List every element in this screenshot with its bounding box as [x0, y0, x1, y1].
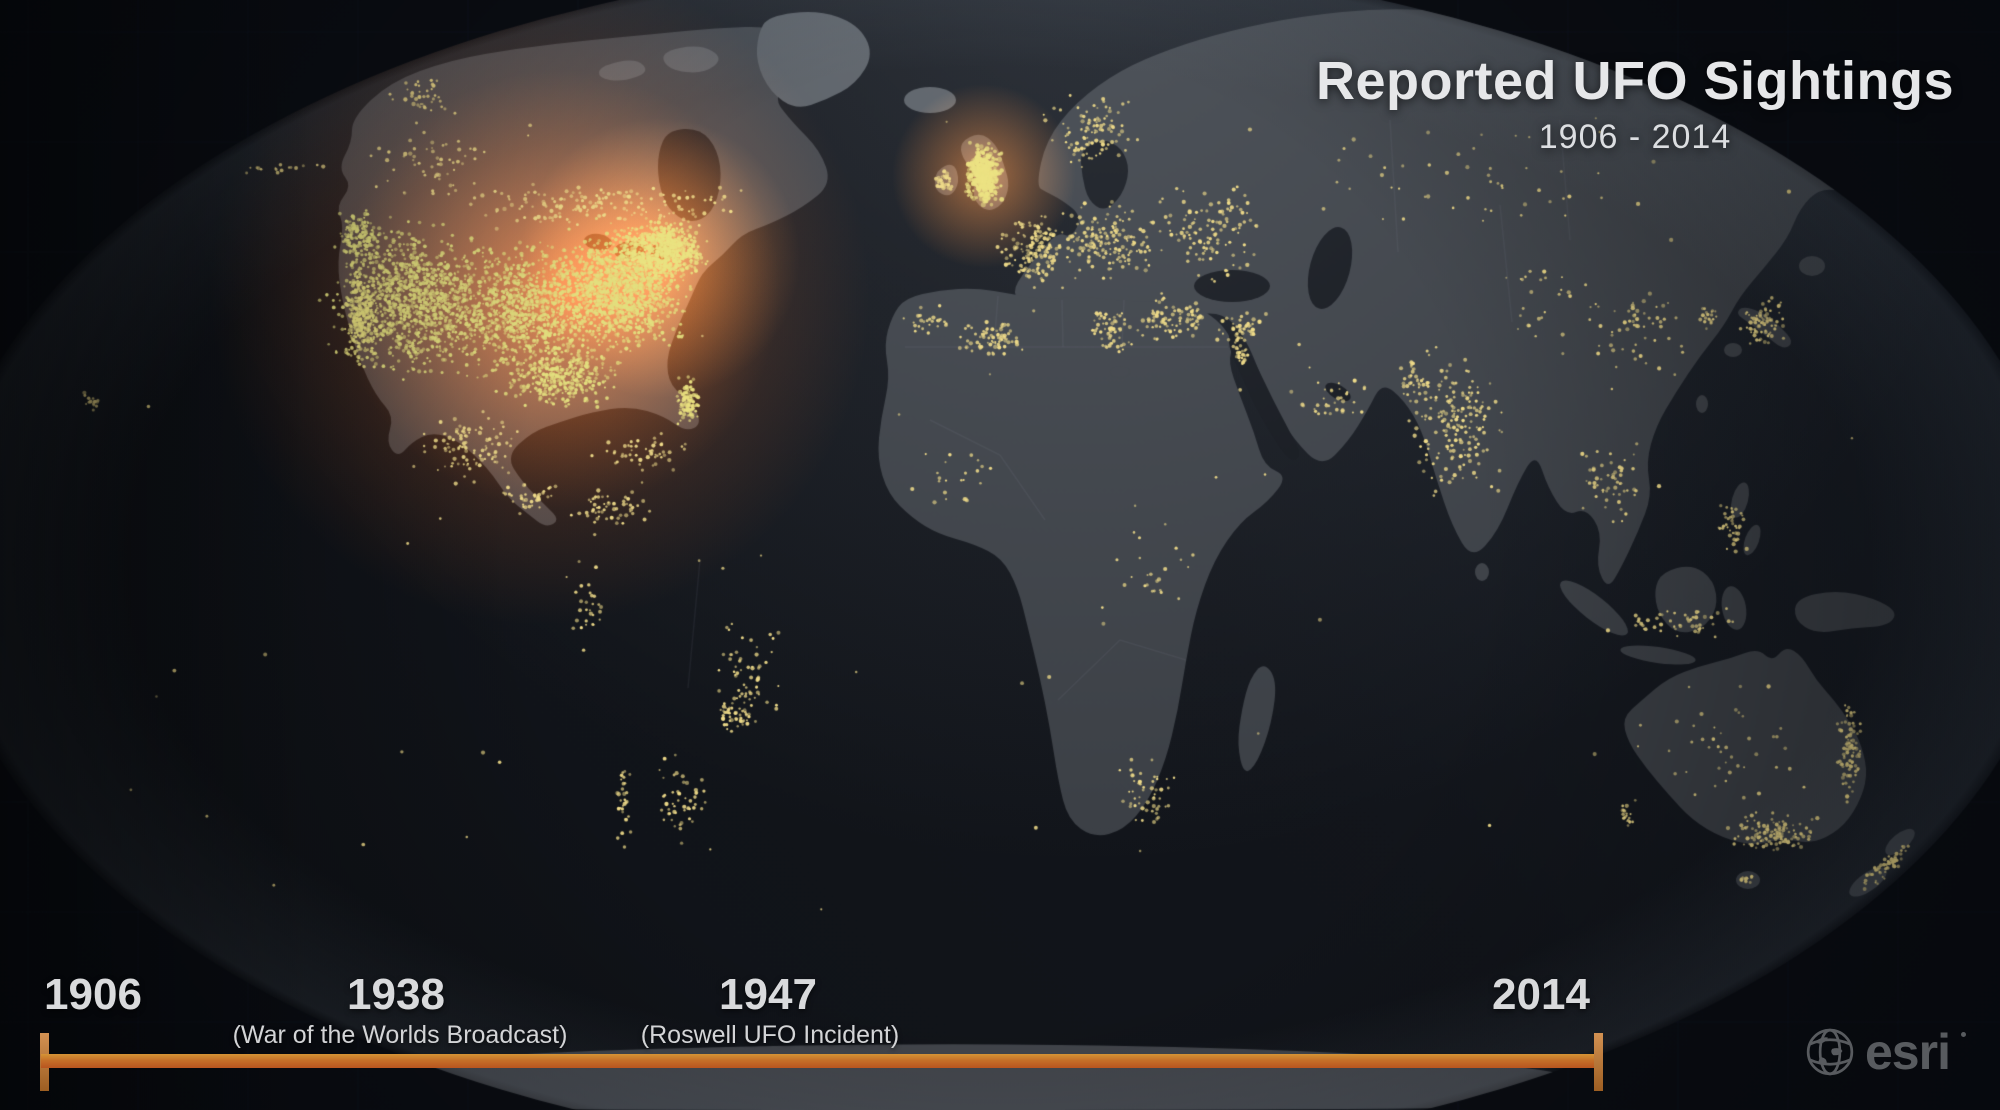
esri-logo: esri [1804, 1026, 1966, 1078]
timeline-caption-1947: (Roswell UFO Incident) [640, 1021, 900, 1049]
ufo-sightings-visualization: Reported UFO Sightings 1906 - 2014 1906 … [0, 0, 2000, 1110]
timeline-end-cap [1594, 1033, 1603, 1091]
timeline-caption-1938: (War of the Worlds Broadcast) [232, 1021, 568, 1049]
esri-wordmark: esri [1865, 1024, 1951, 1080]
timeline: 1906 1938 1947 2014 (War of the Worlds B… [0, 0, 2000, 1110]
globe-icon [1806, 1028, 1854, 1076]
timeline-year-2014: 2014 [1492, 970, 1590, 1019]
timeline-year-1938: 1938 [347, 970, 445, 1019]
timeline-year-1947: 1947 [719, 970, 817, 1019]
trademark-dot [1960, 1032, 1966, 1037]
timeline-year-1906: 1906 [44, 970, 142, 1019]
timeline-bar [41, 1054, 1599, 1068]
